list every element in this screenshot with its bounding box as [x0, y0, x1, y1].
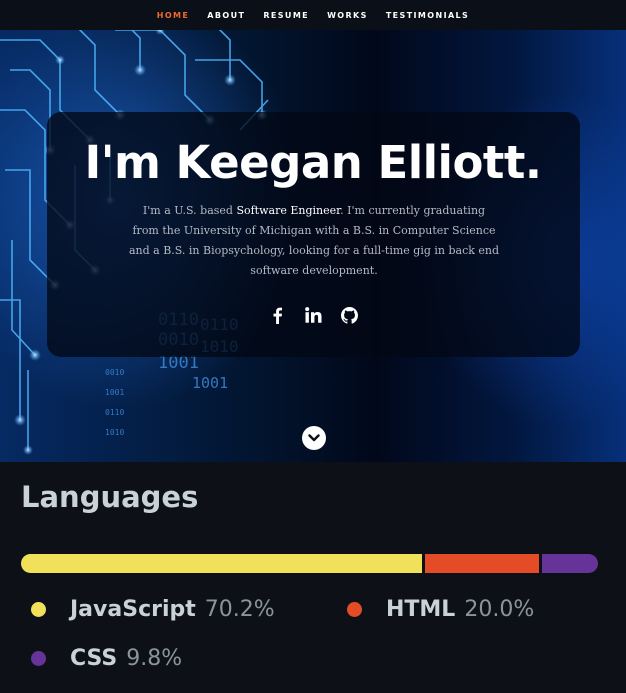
nav-item-resume[interactable]: RESUME	[263, 11, 309, 20]
social-links	[0, 303, 626, 327]
svg-text:1010: 1010	[105, 428, 124, 437]
linkedin-link[interactable]	[302, 303, 324, 327]
github-link[interactable]	[338, 303, 360, 327]
top-nav: HOME ABOUT RESUME WORKS TESTIMONIALS	[0, 0, 626, 30]
bar-segment-html	[424, 554, 540, 573]
languages-section: Languages JavaScript 70.2% HTML 20.0% CS…	[0, 462, 626, 693]
legend-percent: 20.0%	[464, 597, 535, 622]
legend-item-css: CSS 9.8%	[31, 646, 182, 671]
nav-item-home[interactable]: HOME	[157, 11, 190, 20]
legend-name: JavaScript	[70, 597, 196, 622]
bio-text-prefix: I'm a U.S. based	[142, 204, 237, 217]
facebook-link[interactable]	[266, 303, 288, 327]
languages-title: Languages	[21, 480, 199, 514]
bio-highlight: Software Engineer	[236, 204, 341, 217]
svg-text:0010: 0010	[105, 368, 124, 377]
bar-segment-javascript	[21, 554, 422, 573]
linkedin-icon	[304, 307, 321, 323]
legend-name: HTML	[386, 597, 456, 622]
svg-text:1001: 1001	[105, 388, 124, 397]
legend-percent: 70.2%	[204, 597, 275, 622]
nav-item-about[interactable]: ABOUT	[207, 11, 245, 20]
scroll-down-button[interactable]	[302, 426, 326, 450]
chevron-down-icon	[308, 434, 320, 442]
languages-bar	[21, 554, 598, 573]
bar-segment-css	[542, 554, 598, 573]
legend-percent: 9.8%	[126, 646, 183, 671]
nav-item-testimonials[interactable]: TESTIMONIALS	[386, 11, 469, 20]
legend-item-html: HTML 20.0%	[347, 597, 534, 622]
legend-name: CSS	[70, 646, 118, 671]
html-dot-icon	[347, 602, 362, 617]
css-dot-icon	[31, 651, 46, 666]
nav-item-works[interactable]: WORKS	[327, 11, 368, 20]
legend-item-javascript: JavaScript 70.2%	[31, 597, 275, 622]
svg-text:1001: 1001	[192, 374, 228, 392]
hero-title: I'm Keegan Elliott.	[84, 136, 542, 189]
hero-bio: I'm a U.S. based Software Engineer. I'm …	[128, 201, 500, 281]
github-icon	[340, 306, 358, 324]
facebook-icon	[273, 307, 282, 324]
javascript-dot-icon	[31, 602, 46, 617]
hero-section: 0110 0010 1001 0110 1010 1001 0010 1001 …	[0, 0, 626, 462]
svg-text:0110: 0110	[105, 408, 124, 417]
